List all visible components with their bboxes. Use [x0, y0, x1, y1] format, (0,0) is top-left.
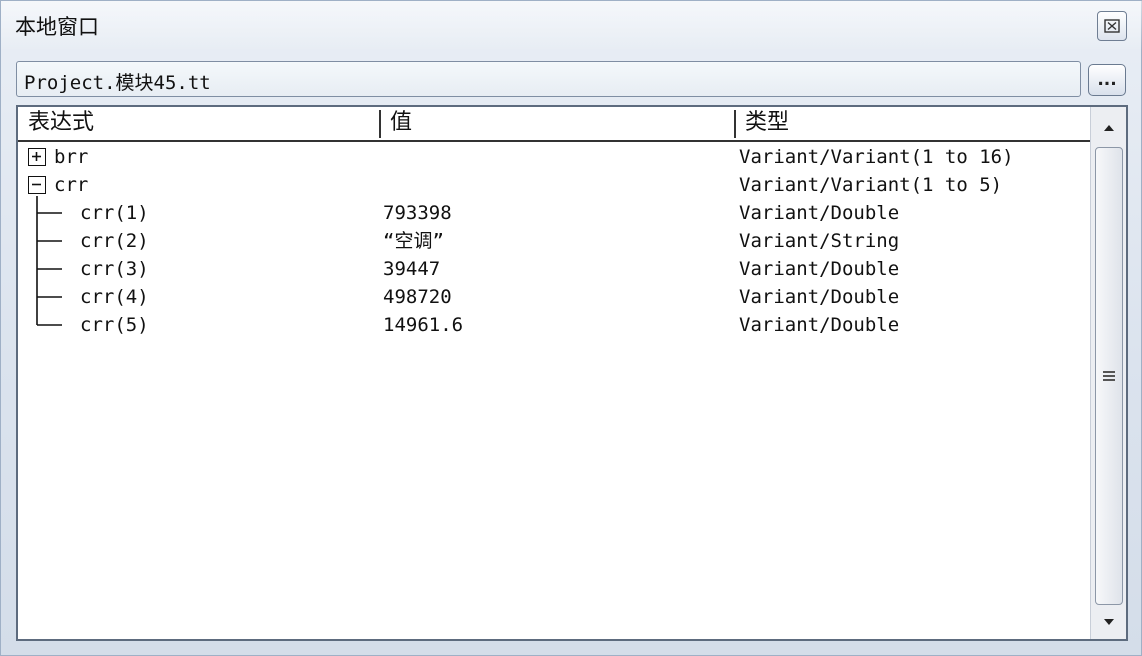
column-value[interactable]: 值 — [382, 107, 732, 140]
list-item[interactable]: crr(4) 498720 Variant/Double — [18, 283, 1090, 311]
expression-cell: crr(1) — [80, 202, 149, 224]
titlebar — [1, 1, 1142, 51]
expression-cell: brr — [54, 146, 89, 168]
value-cell: 39447 — [383, 258, 441, 280]
locals-list: 表达式 值 类型 brr Variant/Variant(1 to 16) cr… — [16, 105, 1128, 641]
value-cell: 14961.6 — [383, 314, 464, 336]
type-cell: Variant/String — [739, 230, 900, 252]
arrow-down-icon — [1104, 619, 1114, 625]
value-cell: “空调” — [383, 230, 444, 252]
value-cell: 498720 — [383, 286, 452, 308]
close-icon — [1104, 19, 1120, 33]
list-item[interactable]: crr(1) 793398 Variant/Double — [18, 199, 1090, 227]
locals-window: 本地窗口 Project.模块45.tt ... 表达式 值 类型 brr Va… — [0, 0, 1142, 656]
column-expression[interactable]: 表达式 — [20, 107, 378, 140]
type-cell: Variant/Double — [739, 202, 900, 224]
column-divider[interactable] — [379, 110, 381, 138]
list-item[interactable]: crr Variant/Variant(1 to 5) — [18, 171, 1090, 199]
type-cell: Variant/Double — [739, 314, 900, 336]
type-cell: Variant/Double — [739, 286, 900, 308]
expression-cell: crr(4) — [80, 286, 149, 308]
expression-cell: crr(3) — [80, 258, 149, 280]
type-cell: Variant/Variant(1 to 16) — [739, 146, 1014, 168]
context-field[interactable]: Project.模块45.tt — [16, 61, 1081, 97]
type-cell: Variant/Double — [739, 258, 900, 280]
expand-icon[interactable] — [28, 148, 46, 166]
value-cell: 793398 — [383, 202, 452, 224]
context-path: Project.模块45.tt — [24, 72, 211, 94]
close-button[interactable] — [1097, 11, 1127, 41]
expression-cell: crr(5) — [80, 314, 149, 336]
browse-call-stack-button[interactable]: ... — [1088, 64, 1126, 96]
scroll-down-button[interactable] — [1091, 607, 1126, 637]
arrow-up-icon — [1104, 125, 1114, 131]
column-type[interactable]: 类型 — [737, 107, 1087, 140]
expression-cell: crr — [54, 174, 89, 196]
window-title: 本地窗口 — [15, 15, 99, 39]
list-item[interactable]: brr Variant/Variant(1 to 16) — [18, 143, 1090, 171]
expression-cell: crr(2) — [80, 230, 149, 252]
grip-icon — [1103, 371, 1115, 381]
scroll-up-button[interactable] — [1091, 113, 1126, 143]
list-item[interactable]: crr(5) 14961.6 Variant/Double — [18, 311, 1090, 339]
list-item[interactable]: crr(2) “空调” Variant/String — [18, 227, 1090, 255]
scrollbar-thumb[interactable] — [1095, 147, 1123, 605]
column-divider[interactable] — [734, 110, 736, 138]
list-item[interactable]: crr(3) 39447 Variant/Double — [18, 255, 1090, 283]
column-header: 表达式 值 类型 — [18, 107, 1090, 142]
vertical-scrollbar[interactable] — [1090, 107, 1126, 639]
collapse-icon[interactable] — [28, 176, 46, 194]
type-cell: Variant/Variant(1 to 5) — [739, 174, 1003, 196]
